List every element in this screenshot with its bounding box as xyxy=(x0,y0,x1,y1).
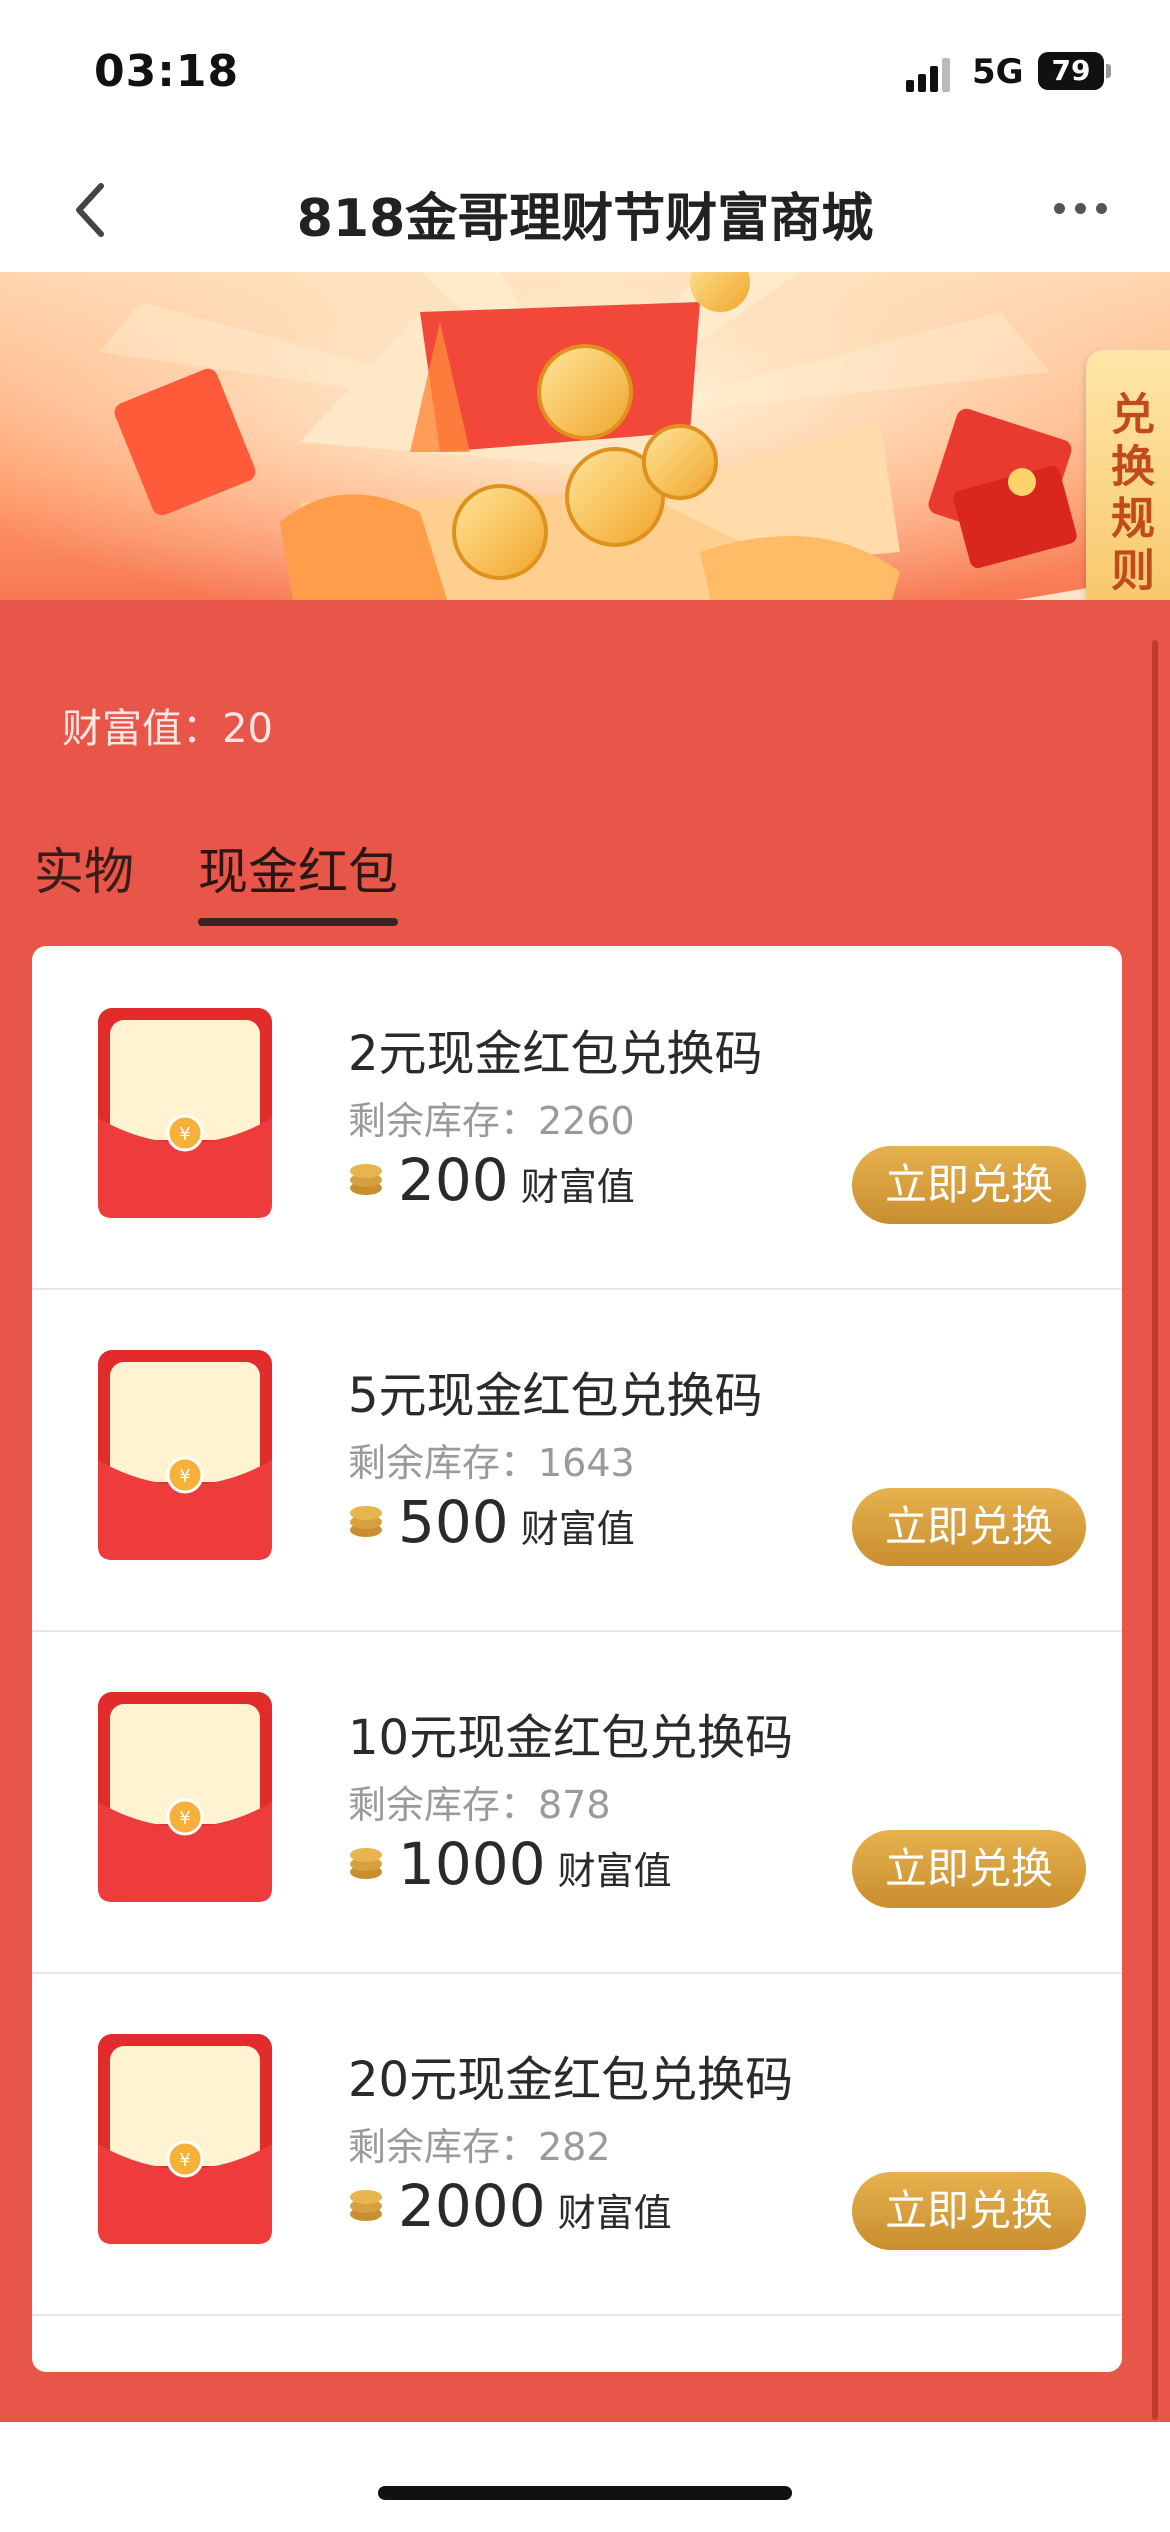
item-stock: 剩余库存：1643 xyxy=(348,1441,635,1485)
list-item[interactable]: ¥ 2元现金红包兑换码 剩余库存：2260 200 财富值 立即兑换 xyxy=(32,946,1122,1290)
more-button[interactable] xyxy=(1040,178,1120,238)
price-unit: 财富值 xyxy=(557,2191,672,2235)
item-price: 1000 财富值 xyxy=(348,1830,672,1898)
redeem-button[interactable]: 立即兑换 xyxy=(852,1146,1086,1224)
item-stock: 剩余库存：878 xyxy=(348,1783,611,1827)
price-value: 500 xyxy=(398,1488,509,1556)
item-title: 20元现金红包兑换码 xyxy=(348,2052,794,2108)
red-envelope-icon: ¥ xyxy=(98,1008,272,1218)
item-stock: 剩余库存：2260 xyxy=(348,1099,635,1143)
network-type: 5G xyxy=(972,52,1024,92)
dot xyxy=(1095,202,1107,214)
red-envelope-icon: ¥ xyxy=(98,1692,272,1902)
svg-text:¥: ¥ xyxy=(179,1124,190,1145)
battery-cap xyxy=(1106,64,1111,78)
svg-text:¥: ¥ xyxy=(179,1466,190,1487)
coin-stack-icon xyxy=(350,1848,382,1879)
price-value: 200 xyxy=(398,1146,509,1214)
red-envelope-icon: ¥ xyxy=(98,1350,272,1560)
item-title: 2元现金红包兑换码 xyxy=(348,1026,763,1082)
price-unit: 财富值 xyxy=(557,1849,672,1893)
banner-illustration xyxy=(0,272,1170,652)
nav-bar: 818金哥理财节财富商城 xyxy=(0,150,1170,273)
dot xyxy=(1053,202,1065,214)
exchange-rules-tab[interactable]: 兑换规则 xyxy=(1086,350,1170,640)
scrollbar[interactable] xyxy=(1152,640,1158,2420)
svg-text:¥: ¥ xyxy=(179,2150,190,2171)
item-stock: 剩余库存：282 xyxy=(348,2125,611,2169)
item-title: 10元现金红包兑换码 xyxy=(348,1710,794,1766)
list-item[interactable]: ¥ 10元现金红包兑换码 剩余库存：878 1000 财富值 立即兑换 xyxy=(32,1630,1122,1974)
redeem-button[interactable]: 立即兑换 xyxy=(852,1830,1086,1908)
price-unit: 财富值 xyxy=(520,1507,635,1551)
item-title: 5元现金红包兑换码 xyxy=(348,1368,763,1424)
dot xyxy=(1074,202,1086,214)
coin-stack-icon xyxy=(350,2190,382,2221)
item-price: 200 财富值 xyxy=(348,1146,635,1214)
battery-icon: 79 xyxy=(1038,52,1104,90)
product-list: ¥ 2元现金红包兑换码 剩余库存：2260 200 财富值 立即兑换 ¥ 5元现… xyxy=(32,946,1122,2372)
price-value: 1000 xyxy=(398,1830,546,1898)
store-panel: 财富值：20 实物 现金红包 ¥ 2元现金红包兑换码 剩余库存：2260 200… xyxy=(0,600,1170,2422)
item-price: 2000 财富值 xyxy=(348,2172,672,2240)
tab-physical[interactable]: 实物 xyxy=(34,832,134,926)
price-unit: 财富值 xyxy=(520,1165,635,1209)
status-bar: 03:18 5G 79 xyxy=(0,0,1170,150)
redeem-button[interactable]: 立即兑换 xyxy=(852,1488,1086,1566)
price-value: 2000 xyxy=(398,2172,546,2240)
coin-stack-icon xyxy=(350,1506,382,1537)
red-envelope-icon: ¥ xyxy=(98,2034,272,2244)
item-price: 500 财富值 xyxy=(348,1488,635,1556)
list-item[interactable]: ¥ 20元现金红包兑换码 剩余库存：282 2000 财富值 立即兑换 xyxy=(32,1972,1122,2316)
redeem-button[interactable]: 立即兑换 xyxy=(852,2172,1086,2250)
svg-text:¥: ¥ xyxy=(179,1808,190,1829)
tab-cash-redpacket[interactable]: 现金红包 xyxy=(198,832,398,926)
hero-banner xyxy=(0,272,1170,652)
home-indicator[interactable] xyxy=(378,2486,792,2500)
category-tabs: 实物 现金红包 xyxy=(34,832,398,926)
coin-stack-icon xyxy=(350,1164,382,1195)
status-time: 03:18 xyxy=(94,46,240,97)
wealth-balance: 财富值：20 xyxy=(62,706,273,752)
signal-icon xyxy=(906,58,958,92)
list-item[interactable]: ¥ 5元现金红包兑换码 剩余库存：1643 500 财富值 立即兑换 xyxy=(32,1288,1122,1632)
page-title: 818金哥理财节财富商城 xyxy=(296,189,874,249)
